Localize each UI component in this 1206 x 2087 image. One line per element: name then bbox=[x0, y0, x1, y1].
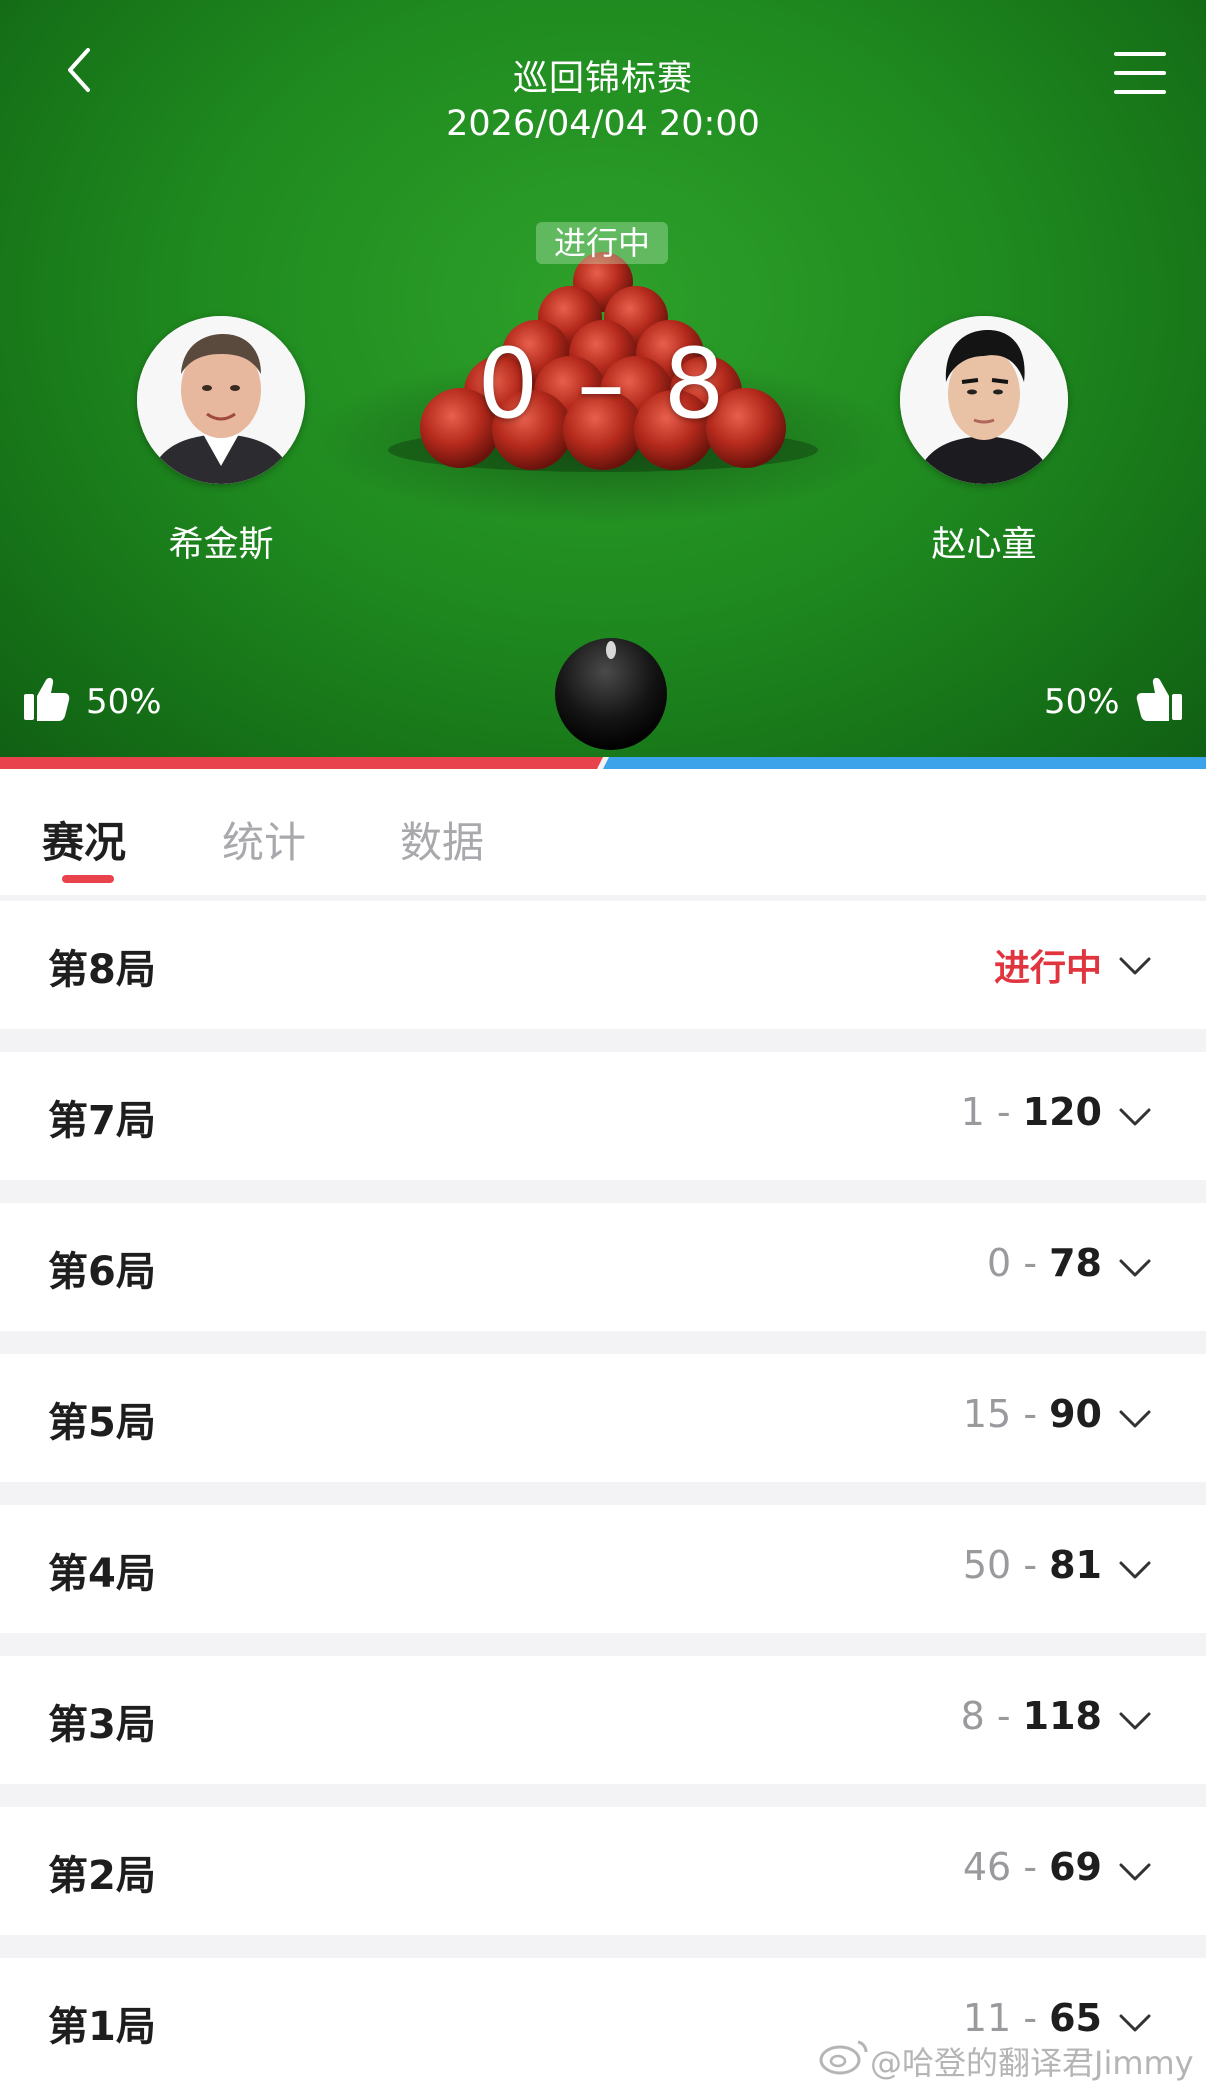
left-support-bar bbox=[0, 757, 603, 769]
frame-title: 第4局 bbox=[48, 1551, 156, 1597]
frame-score-separator: - bbox=[1011, 1392, 1050, 1436]
frame-score-left: 0 bbox=[987, 1241, 1012, 1285]
frame-score-left: 15 bbox=[962, 1392, 1012, 1436]
left-player-avatar[interactable] bbox=[137, 316, 305, 484]
frame-score: 50 - 81 bbox=[963, 1543, 1102, 1587]
frame-row-6[interactable]: 第6局 0 - 78 bbox=[0, 1203, 1206, 1331]
match-header: 巡回锦标赛 2026/04/04 20:00 进行中 0 – 8 希金斯 赵心童… bbox=[0, 0, 1206, 757]
frame-title: 第6局 bbox=[48, 1249, 156, 1295]
right-player-name: 赵心童 bbox=[931, 525, 1037, 565]
frame-score-separator: - bbox=[984, 1694, 1023, 1738]
player-portrait-icon bbox=[137, 316, 305, 484]
match-datetime: 2026/04/04 20:00 bbox=[446, 104, 760, 144]
chevron-down-icon[interactable] bbox=[1118, 1251, 1152, 1285]
tab-data[interactable]: 数据 bbox=[400, 809, 484, 870]
frame-score-left: 46 bbox=[962, 1845, 1012, 1889]
frame-score-right: 118 bbox=[1022, 1694, 1102, 1738]
watermark-text: @哈登的翻译君Jimmy bbox=[870, 2044, 1194, 2082]
frame-score-separator: - bbox=[1011, 1845, 1050, 1889]
player-portrait-icon bbox=[900, 316, 1068, 484]
frame-score-left: 50 bbox=[962, 1543, 1012, 1587]
frame-row-8[interactable]: 第8局 进行中 bbox=[0, 901, 1206, 1029]
thumbs-up-icon[interactable] bbox=[1136, 676, 1184, 722]
chevron-down-icon[interactable] bbox=[1118, 1704, 1152, 1738]
right-support-percent: 50% bbox=[1044, 682, 1120, 722]
frame-score: 15 - 90 bbox=[963, 1392, 1102, 1436]
frame-score-left: 11 bbox=[962, 1996, 1012, 2040]
frame-title: 第8局 bbox=[48, 947, 156, 993]
frame-status: 进行中 bbox=[994, 939, 1102, 991]
frame-score: 11 - 65 bbox=[963, 1996, 1102, 2040]
chevron-down-icon[interactable] bbox=[1118, 949, 1152, 983]
frame-row-7[interactable]: 第7局 1 - 120 bbox=[0, 1052, 1206, 1180]
chevron-down-icon[interactable] bbox=[1118, 1402, 1152, 1436]
tab-statistics[interactable]: 统计 bbox=[222, 809, 306, 870]
frame-score-separator: - bbox=[984, 1090, 1023, 1134]
match-status-badge: 进行中 bbox=[536, 222, 668, 264]
weibo-logo-icon bbox=[819, 2040, 868, 2075]
support-ratio-bar bbox=[0, 757, 1206, 769]
frame-row-4[interactable]: 第4局 50 - 81 bbox=[0, 1505, 1206, 1633]
thumbs-up-icon[interactable] bbox=[22, 676, 70, 722]
frame-row-5[interactable]: 第5局 15 - 90 bbox=[0, 1354, 1206, 1482]
frame-title: 第3局 bbox=[48, 1702, 156, 1748]
frame-score-right: 120 bbox=[1022, 1090, 1102, 1134]
left-support-percent: 50% bbox=[86, 682, 162, 722]
frame-score: 8 - 118 bbox=[961, 1694, 1102, 1738]
left-player-name: 希金斯 bbox=[168, 525, 274, 565]
chevron-down-icon[interactable] bbox=[1118, 1100, 1152, 1134]
frame-score: 46 - 69 bbox=[963, 1845, 1102, 1889]
tab-match-status[interactable]: 赛况 bbox=[42, 809, 126, 870]
frame-title: 第2局 bbox=[48, 1853, 156, 1899]
chevron-down-icon[interactable] bbox=[1118, 2006, 1152, 2040]
frame-score-separator: - bbox=[1011, 1543, 1050, 1587]
frame-score-separator: - bbox=[1011, 1996, 1050, 2040]
frame-score-right: 65 bbox=[1049, 1996, 1102, 2040]
frame-title: 第5局 bbox=[48, 1400, 156, 1446]
frame-title: 第7局 bbox=[48, 1098, 156, 1144]
chevron-down-icon[interactable] bbox=[1118, 1553, 1152, 1587]
black-ball-decoration bbox=[555, 638, 667, 750]
chevron-down-icon[interactable] bbox=[1118, 1855, 1152, 1889]
frame-score: 1 - 120 bbox=[961, 1090, 1102, 1134]
tab-bar: 赛况 统计 数据 bbox=[0, 769, 1206, 895]
frame-live-status: 进行中 bbox=[993, 948, 1102, 989]
frame-score-right: 81 bbox=[1049, 1543, 1102, 1587]
active-tab-indicator bbox=[62, 875, 114, 883]
frame-score-right: 78 bbox=[1049, 1241, 1102, 1285]
frame-row-2[interactable]: 第2局 46 - 69 bbox=[0, 1807, 1206, 1935]
right-player-avatar[interactable] bbox=[900, 316, 1068, 484]
frame-score-separator: - bbox=[1011, 1241, 1050, 1285]
frame-score-left: 8 bbox=[960, 1694, 985, 1738]
frame-score-left: 1 bbox=[960, 1090, 985, 1134]
frame-row-3[interactable]: 第3局 8 - 118 bbox=[0, 1656, 1206, 1784]
frame-score: 0 - 78 bbox=[987, 1241, 1102, 1285]
event-title: 巡回锦标赛 bbox=[512, 59, 693, 99]
frame-title: 第1局 bbox=[48, 2004, 156, 2050]
right-support-bar bbox=[603, 757, 1206, 769]
frame-score-right: 69 bbox=[1049, 1845, 1102, 1889]
frame-score-right: 90 bbox=[1049, 1392, 1102, 1436]
